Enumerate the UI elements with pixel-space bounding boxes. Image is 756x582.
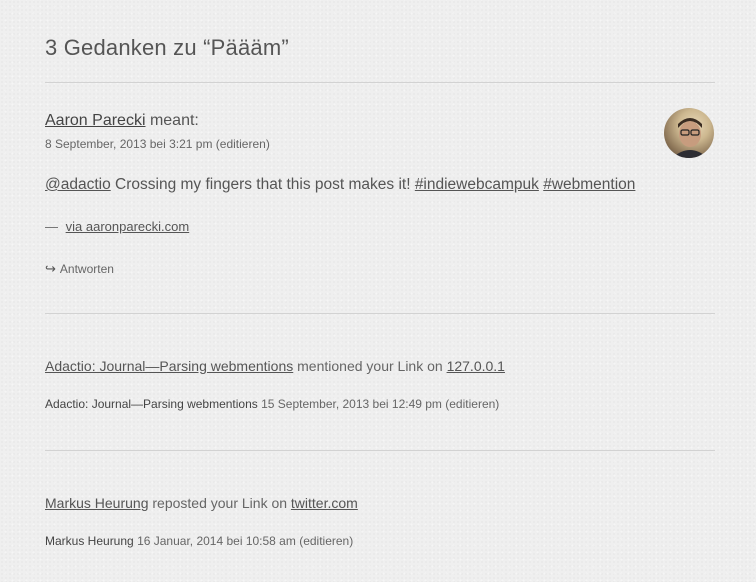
mention-meta: Markus Heurung 16 Januar, 2014 bei 10:58… [45,534,353,548]
mention-source-link[interactable]: Adactio: Journal—Parsing webmentions [45,358,293,374]
divider [45,450,715,451]
mention-meta: Adactio: Journal—Parsing webmentions 15 … [45,397,499,411]
comment-date-link[interactable]: 8 September, 2013 bei 3:21 pm [45,137,212,151]
mention-author: Markus Heurung [45,534,134,548]
comments-heading: 3 Gedanken zu “Päääm” [45,35,289,60]
mention-link[interactable]: @adactio [45,176,111,193]
comment-edit-link[interactable]: (editieren) [216,137,270,151]
mention-edit-link[interactable]: (editieren) [299,534,353,548]
hashtag-indiewebcampuk[interactable]: #indiewebcampuk [415,176,539,193]
comment-via: — via aaronparecki.com [45,219,190,234]
mention-source-link[interactable]: Markus Heurung [45,495,149,511]
comment-author-line: Aaron Parecki meant: [45,112,199,130]
hashtag-webmention[interactable]: #webmention [543,176,635,193]
mention-edit-link[interactable]: (editieren) [445,397,499,411]
mention-date[interactable]: 16 Januar, 2014 bei 10:58 am [137,534,296,548]
mention-date[interactable]: 15 September, 2013 bei 12:49 pm [261,397,442,411]
mention-line: Adactio: Journal—Parsing webmentions men… [45,358,505,374]
comment-verb: meant: [149,112,199,129]
divider [45,82,715,83]
divider [45,313,715,314]
via-link[interactable]: via aaronparecki.com [66,219,190,234]
comment-author-link[interactable]: Aaron Parecki [45,112,146,129]
reply-label: Antworten [59,262,114,276]
mention-target-link[interactable]: twitter.com [291,495,358,511]
comment-text: @adactio Crossing my fingers that this p… [45,176,636,193]
mention-target-link[interactable]: 127.0.0.1 [447,358,505,374]
comment-meta: 8 September, 2013 bei 3:21 pm (editieren… [45,137,270,151]
mention-author: Adactio: Journal—Parsing webmentions [45,397,258,411]
reply-button[interactable]: ↪ Antworten [45,261,114,277]
mention-line: Markus Heurung reposted your Link on twi… [45,495,358,511]
reply-arrow-icon: ↪ [45,261,56,276]
avatar [664,108,714,158]
